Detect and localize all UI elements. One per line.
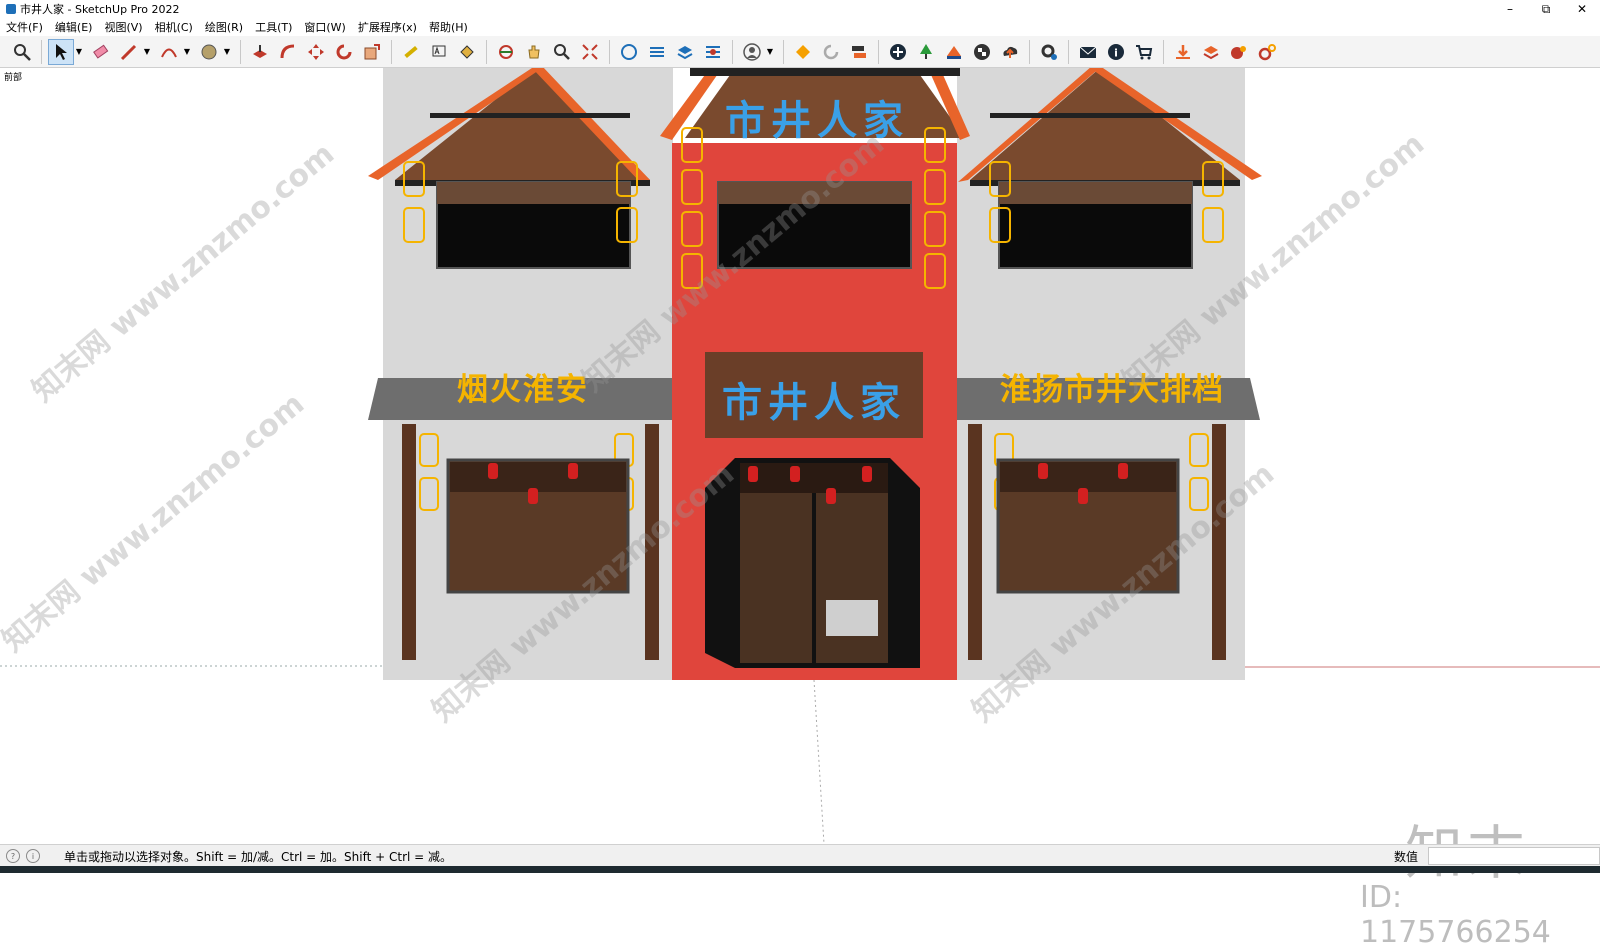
toolbar-separator	[878, 39, 879, 64]
menu-help[interactable]: 帮助(H)	[423, 19, 474, 35]
settings-gear-icon[interactable]	[1036, 39, 1062, 65]
scale-tool-icon[interactable]	[359, 39, 385, 65]
eraser-icon[interactable]	[88, 39, 114, 65]
toolbar-separator	[783, 39, 784, 64]
pillar	[1212, 424, 1226, 660]
pan-hand-icon[interactable]	[521, 39, 547, 65]
rotate-tool-icon[interactable]	[331, 39, 357, 65]
top-center-sign: 市井人家	[725, 97, 909, 144]
pencil-line-icon[interactable]	[116, 39, 142, 65]
render-plugin-icon[interactable]	[1226, 39, 1252, 65]
paint-bucket-icon[interactable]	[454, 39, 480, 65]
plugin-e-icon[interactable]	[790, 39, 816, 65]
cart-icon[interactable]	[1131, 39, 1157, 65]
cloud-upload-icon[interactable]	[997, 39, 1023, 65]
geo-location-icon[interactable]: ?	[6, 849, 20, 863]
restore-button[interactable]: ⧉	[1528, 0, 1564, 18]
select-dropdown-icon[interactable]: ▼	[75, 39, 83, 65]
window-title: 市井人家 - SketchUp Pro 2022	[20, 3, 180, 16]
credits-info-icon[interactable]: i	[26, 849, 40, 863]
right-banner-sign: 淮扬市井大排档	[1000, 372, 1224, 408]
move-tool-icon[interactable]	[303, 39, 329, 65]
sketchup-app-icon	[6, 4, 16, 14]
menu-extensions[interactable]: 扩展程序(x)	[352, 19, 423, 35]
refresh-icon[interactable]	[818, 39, 844, 65]
account-icon[interactable]	[739, 39, 765, 65]
toolbar-separator	[391, 39, 392, 64]
toolbar-separator	[1163, 39, 1164, 64]
menu-tools[interactable]: 工具(T)	[249, 19, 298, 35]
line-dropdown-icon[interactable]: ▼	[143, 39, 151, 65]
zoom-icon[interactable]	[549, 39, 575, 65]
menu-edit[interactable]: 编辑(E)	[49, 19, 99, 35]
extension-manager-icon[interactable]	[700, 39, 726, 65]
account-dropdown-icon[interactable]: ▼	[766, 39, 774, 65]
tape-measure-icon[interactable]	[398, 39, 424, 65]
pillar	[968, 424, 982, 660]
text-tool-icon[interactable]	[426, 39, 452, 65]
title-bar: 市井人家 - SketchUp Pro 2022 – ⧉ ✕	[0, 0, 1600, 18]
circle-tool-icon[interactable]	[196, 39, 222, 65]
extension-warehouse-icon[interactable]	[644, 39, 670, 65]
toolbar-separator	[41, 39, 42, 64]
toolbar-separator	[609, 39, 610, 64]
menu-file[interactable]: 文件(F)	[0, 19, 49, 35]
zoom-extents-icon[interactable]	[577, 39, 603, 65]
info-icon[interactable]: i	[1103, 39, 1129, 65]
svg-text:i: i	[1114, 46, 1118, 59]
menu-window[interactable]: 窗口(W)	[298, 19, 351, 35]
menu-bar: 文件(F) 编辑(E) 视图(V) 相机(C) 绘图(R) 工具(T) 窗口(W…	[0, 18, 1600, 36]
arc-tool-icon[interactable]	[156, 39, 182, 65]
menu-view[interactable]: 视图(V)	[98, 19, 148, 35]
model-viewport[interactable]: 前部 市井人家 市井人家 烟火淮安 淮扬市井大排档 知末网 www.znzmo.…	[0, 68, 1600, 950]
middle-center-sign: 市井人家	[722, 379, 906, 426]
toolbar-separator	[1068, 39, 1069, 64]
checker-icon[interactable]	[969, 39, 995, 65]
menu-camera[interactable]: 相机(C)	[149, 19, 199, 35]
main-toolbar: ▼ ▼ ▼ ▼ ▼ i	[0, 36, 1600, 68]
os-taskbar	[0, 866, 1600, 873]
close-button[interactable]: ✕	[1564, 0, 1600, 18]
tree-icon[interactable]	[913, 39, 939, 65]
toolbar-separator	[732, 39, 733, 64]
measurements-label: 数值	[1394, 850, 1419, 864]
watermark-id: ID: 1175766254	[1360, 880, 1551, 950]
arc-dropdown-icon[interactable]: ▼	[183, 39, 191, 65]
layers-plugin-icon[interactable]	[1198, 39, 1224, 65]
mail-icon[interactable]	[1075, 39, 1101, 65]
menu-draw[interactable]: 绘图(R)	[199, 19, 249, 35]
status-bar: ? i 单击或拖动以选择对象。Shift = 加/减。Ctrl = 加。Shif…	[0, 844, 1600, 867]
follow-me-icon[interactable]	[275, 39, 301, 65]
minimize-button[interactable]: –	[1492, 0, 1528, 18]
toolbar-separator	[486, 39, 487, 64]
material-icon[interactable]	[941, 39, 967, 65]
3d-warehouse-icon[interactable]	[616, 39, 642, 65]
zoom-window-icon[interactable]	[9, 39, 35, 65]
orbit-icon[interactable]	[493, 39, 519, 65]
push-pull-icon[interactable]	[247, 39, 273, 65]
window-controls: – ⧉ ✕	[1492, 0, 1600, 18]
status-hint: 单击或拖动以选择对象。Shift = 加/减。Ctrl = 加。Shift + …	[64, 849, 453, 864]
pillar	[402, 424, 416, 660]
download-icon[interactable]	[1170, 39, 1196, 65]
select-tool-icon[interactable]	[48, 38, 74, 65]
swap-icon[interactable]	[846, 39, 872, 65]
measurements-input[interactable]	[1428, 847, 1600, 865]
toolbar-separator	[1029, 39, 1030, 64]
toolbar-separator	[240, 39, 241, 64]
shape-dropdown-icon[interactable]: ▼	[223, 39, 231, 65]
layout-icon[interactable]	[672, 39, 698, 65]
plugin-gear-icon[interactable]	[1254, 39, 1280, 65]
add-icon[interactable]	[885, 39, 911, 65]
